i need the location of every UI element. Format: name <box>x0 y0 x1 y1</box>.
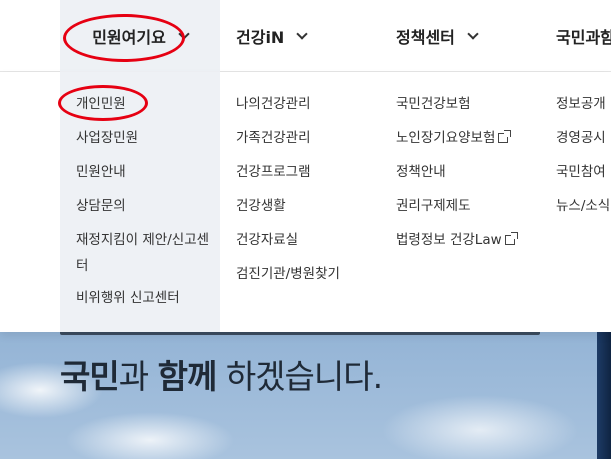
menu-item-information-disclosure[interactable]: 정보공개 <box>556 95 606 113</box>
menu-item-find-hospital[interactable]: 검진기관/병원찾기 <box>236 265 340 283</box>
hero-building-image <box>597 330 611 459</box>
chevron-down-icon <box>467 27 479 40</box>
menu-item-finance-report-center[interactable]: 재정지킴이 제안/신고센터 <box>76 227 211 279</box>
mega-menu-dropdown: 개인민원 사업장민원 민원안내 상담문의 재정지킴이 제안/신고센터 비위행위 … <box>0 72 611 332</box>
menu-item-national-health-insurance[interactable]: 국민건강보험 <box>396 95 471 113</box>
menu-item-my-health[interactable]: 나의건강관리 <box>236 95 311 113</box>
external-link-icon <box>498 130 512 143</box>
menu-item-management-disclosure[interactable]: 경영공시 <box>556 129 606 147</box>
menu-item-health-law-label: 법령정보 건강Law <box>396 232 502 248</box>
menu-item-family-health[interactable]: 가족건강관리 <box>236 129 311 147</box>
top-navigation: 민원여기요 건강iN 정책센터 국민과함 <box>0 0 611 72</box>
nav-health-in-label: 건강iN <box>236 28 285 47</box>
nav-policy-center[interactable]: 정책센터 <box>396 0 479 72</box>
menu-item-health-program[interactable]: 건강프로그램 <box>236 163 311 181</box>
menu-item-personal-complaints[interactable]: 개인민원 <box>76 95 126 113</box>
nav-complaints-label: 민원여기요 <box>92 28 166 47</box>
menu-item-policy-guide[interactable]: 정책안내 <box>396 163 446 181</box>
menu-item-health-law[interactable]: 법령정보 건강Law <box>396 231 518 249</box>
menu-item-news[interactable]: 뉴스/소식 <box>556 197 610 215</box>
menu-item-misconduct-report[interactable]: 비위행위 신고센터 <box>76 289 180 307</box>
menu-item-rights-relief[interactable]: 권리구제제도 <box>396 197 471 215</box>
menu-item-long-term-care-label: 노인장기요양보험 <box>396 130 496 146</box>
external-link-icon <box>504 232 518 245</box>
menu-item-consultation[interactable]: 상담문의 <box>76 197 126 215</box>
menu-item-long-term-care[interactable]: 노인장기요양보험 <box>396 129 512 147</box>
menu-item-healthy-living[interactable]: 건강생활 <box>236 197 286 215</box>
menu-item-citizen-participation[interactable]: 국민참여 <box>556 163 606 181</box>
menu-item-complaint-guide[interactable]: 민원안내 <box>76 163 126 181</box>
nav-with-citizens[interactable]: 국민과함 <box>556 0 611 72</box>
nav-health-in[interactable]: 건강iN <box>236 0 308 72</box>
nav-policy-center-label: 정책센터 <box>396 28 455 47</box>
chevron-down-icon <box>178 27 190 40</box>
nav-with-citizens-label: 국민과함 <box>556 28 611 47</box>
menu-item-business-complaints[interactable]: 사업장민원 <box>76 129 138 147</box>
nav-complaints[interactable]: 민원여기요 <box>60 0 220 72</box>
hero-slogan: 국민과 함께 하겠습니다. <box>60 357 383 396</box>
chevron-down-icon <box>296 27 308 40</box>
menu-item-health-library[interactable]: 건강자료실 <box>236 231 298 249</box>
